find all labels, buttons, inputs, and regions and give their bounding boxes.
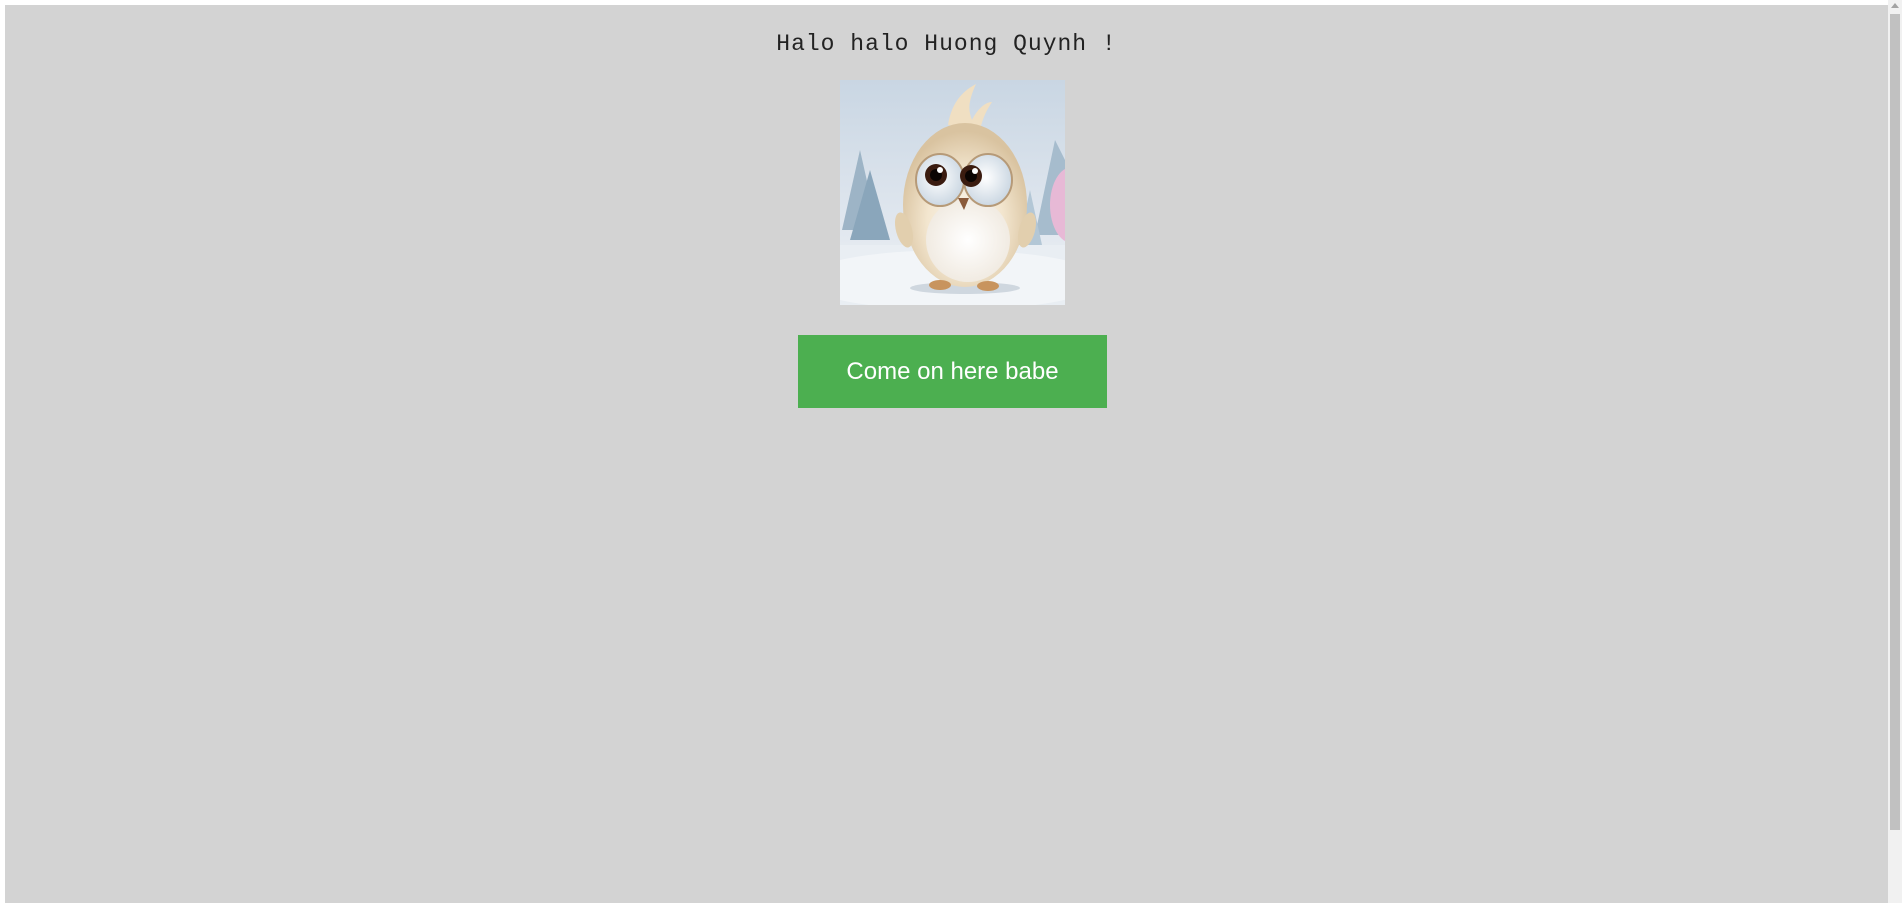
triangle-up-icon <box>1891 3 1899 8</box>
greeting-heading: Halo halo Huong Quynh ! <box>776 31 1117 57</box>
page-viewport: Halo halo Huong Quynh ! Come on here bab… <box>5 5 1888 903</box>
baby-bird-image <box>840 80 1065 305</box>
scroll-up-button[interactable] <box>1888 0 1902 12</box>
scrollbar-thumb[interactable] <box>1890 14 1900 830</box>
come-here-button[interactable]: Come on here babe <box>798 335 1107 408</box>
